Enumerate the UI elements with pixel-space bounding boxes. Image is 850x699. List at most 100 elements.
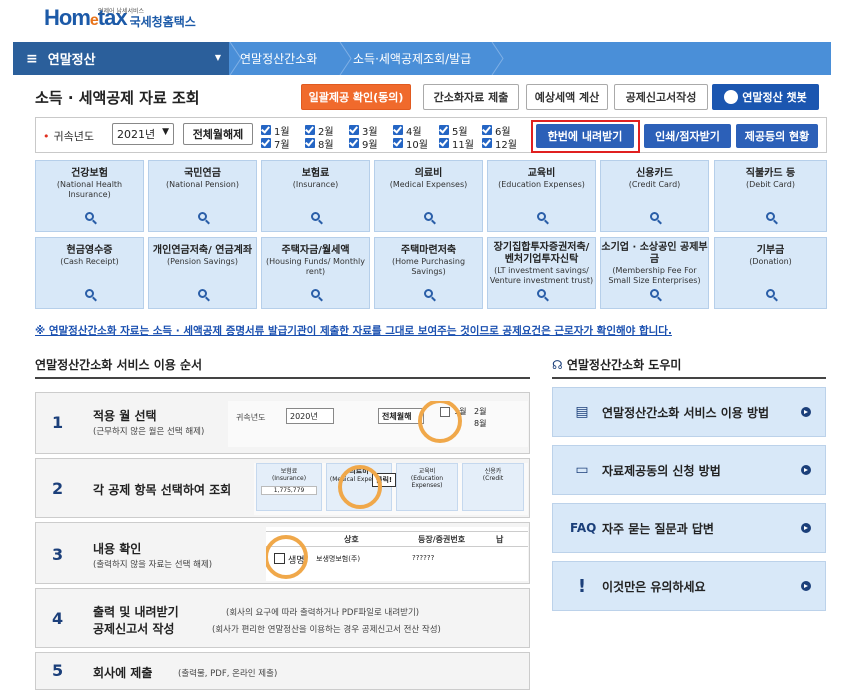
print-braille-button[interactable]: 인쇄/점자받기 (644, 124, 731, 148)
category-education-expenses[interactable]: 교육비 (Education Expenses) (487, 160, 596, 232)
month-checkbox-6[interactable]: 6월 (482, 124, 511, 138)
chatbot-label: 연말정산 챗봇 (742, 91, 807, 104)
year-label: • 귀속년도 (43, 130, 94, 143)
estimate-tax-button[interactable]: 예상세액 계산 (526, 84, 608, 110)
hometax-logo[interactable]: 언제어 납세서비스 Hometax 국세청홈택스 (44, 6, 196, 32)
category-health-insurance[interactable]: 건강보험 (National Health Insurance) (35, 160, 144, 232)
step-subtitle: (출력물, PDF, 온라인 제출) (178, 669, 278, 679)
step-title: 각 공제 항목 선택하여 조회 (93, 483, 232, 497)
hamburger-icon: ≡ (26, 50, 38, 67)
breadcrumb-separator-icon (339, 42, 352, 75)
step-subtitle: (회사의 요구에 따라 출력하거나 PDF파일로 내려받기) (226, 608, 420, 618)
download-all-button[interactable]: 한번에 내려받기 (536, 124, 634, 148)
month-checkbox-12[interactable]: 12월 (482, 137, 517, 151)
search-icon (537, 212, 546, 221)
step-subtitle: (근무하지 않은 월은 선택 해제) (93, 427, 205, 437)
month-checkbox-11[interactable]: 11월 (439, 137, 474, 151)
consent-status-button[interactable]: 제공등의 현황 (736, 124, 818, 148)
document-icon: ▭ (575, 462, 589, 478)
help-consent-guide[interactable]: ▭ 자료제공동의 신청 방법 (552, 445, 826, 495)
steps-title: 연말정산간소화 서비스 이용 순서 (35, 358, 203, 372)
step2-demo-image: 보험료 (Insurance) 1,775,779 의료비 (Medical Expe… (254, 463, 528, 515)
month-checkbox-3[interactable]: 3월 (349, 124, 378, 138)
category-pension-savings[interactable]: 개인연금저축/ 연금계좌 (Pension Savings) (148, 237, 257, 309)
step-2: 2 각 공제 항목 선택하여 조회 보험료 (Insurance) 1,775,77… (35, 458, 530, 518)
search-icon (424, 212, 433, 221)
step-number: 1 (52, 413, 64, 432)
bulk-consent-button[interactable]: 일괄제공 확인(동의) (301, 84, 411, 110)
step-5: 5 회사에 제출 (출력물, PDF, 온라인 제출) (35, 652, 530, 690)
nav-menu-button[interactable]: ≡ 연말정산 ▼ (13, 42, 229, 75)
search-icon (311, 212, 320, 221)
category-national-pension[interactable]: 국민연금 (National Pension) (148, 160, 257, 232)
month-checkbox-1[interactable]: 1월 (261, 124, 290, 138)
nav-menu-label: 연말정산 (47, 53, 96, 68)
document-list-icon: ▤ (575, 404, 589, 420)
category-cash-receipt[interactable]: 현금영수증 (Cash Receipt) (35, 237, 144, 309)
month-checkbox-2[interactable]: 2월 (305, 124, 334, 138)
chevron-down-icon: ▼ (162, 127, 169, 137)
category-credit-card[interactable]: 신용카드 (Credit Card) (600, 160, 709, 232)
search-icon (537, 289, 546, 298)
step-subtitle-secondary: (회사가 편리한 연말정산을 이용하는 경우 공제신고서 전산 작성) (212, 625, 441, 635)
search-icon (311, 289, 320, 298)
search-icon (766, 212, 775, 221)
category-insurance[interactable]: 보험료 (Insurance) (261, 160, 370, 232)
step-number: 5 (52, 661, 64, 680)
step-title: 내용 확인 (93, 542, 142, 556)
notice-text: ※ 연말정산간소화 자료는 소득 · 세액공제 증명서류 발급기관이 제출한 자… (35, 325, 672, 337)
help-faq[interactable]: FAQ 자주 묻는 질문과 답변 (552, 503, 826, 553)
category-debit-card[interactable]: 직불카드 등 (Debit Card) (714, 160, 827, 232)
search-icon (650, 289, 659, 298)
chatbot-icon (724, 90, 739, 104)
divider (35, 377, 530, 379)
page-title: 소득 · 세액공제 자료 조회 (35, 89, 200, 107)
breadcrumb-simplified[interactable]: 연말정산간소화 (240, 42, 317, 75)
step-number: 3 (52, 545, 64, 564)
arrow-circle-icon (801, 465, 811, 475)
unselect-all-months-button[interactable]: 전체월해제 (183, 123, 253, 145)
search-icon (424, 289, 433, 298)
arrow-circle-icon (801, 407, 811, 417)
month-checkbox-9[interactable]: 9월 (349, 137, 378, 151)
category-lt-investment[interactable]: 장기집합투자증권저축/ 벤처기업투자신탁 (LT investment savin… (487, 237, 596, 309)
faq-icon: FAQ (570, 521, 597, 535)
search-icon (198, 289, 207, 298)
month-checkbox-4[interactable]: 4월 (393, 124, 422, 138)
category-medical-expenses[interactable]: 의료비 (Medical Expenses) (374, 160, 483, 232)
year-select[interactable]: 2021년 ▼ (112, 123, 174, 145)
step-1: 1 적용 월 선택 (근무하지 않은 월은 선택 해제) 귀속년도 2020년 … (35, 392, 530, 454)
step-title-secondary: 공제신고서 작성 (93, 622, 175, 636)
deduction-report-button[interactable]: 공제신고서작성 (614, 84, 708, 110)
search-icon (85, 212, 94, 221)
step-number: 4 (52, 609, 64, 628)
category-home-purchasing-savings[interactable]: 주택마련저축 (Home Purchasing Savings) (374, 237, 483, 309)
helper-title: ☊ 연말정산간소화 도우미 (552, 358, 682, 372)
search-icon (198, 212, 207, 221)
arrow-circle-icon (801, 581, 811, 591)
step-number: 2 (52, 479, 64, 498)
step-3: 3 내용 확인 (출력하지 않을 자료는 선택 해제) 상호 등장/증권번호 납… (35, 522, 530, 584)
top-nav-bar: ≡ 연말정산 ▼ 연말정산간소화 소득·세액공제조회/발급 (13, 42, 831, 75)
step-4: 4 출력 및 내려받기 (회사의 요구에 따라 출력하거나 PDF파일로 내려받… (35, 588, 530, 648)
step-title: 적용 월 선택 (93, 409, 157, 423)
divider (552, 377, 826, 379)
category-small-enterprise[interactable]: 소기업 · 소상공인 공제부금 (Membership Fee For Small… (600, 237, 709, 309)
month-checkbox-8[interactable]: 8월 (305, 137, 334, 151)
step-title: 출력 및 내려받기 (93, 605, 179, 619)
dropdown-arrow-icon: ▼ (214, 53, 221, 62)
month-checkbox-5[interactable]: 5월 (439, 124, 468, 138)
search-icon (650, 212, 659, 221)
logo-tagline: 언제어 납세서비스 (98, 8, 145, 15)
category-donation[interactable]: 기부금 (Donation) (714, 237, 827, 309)
help-caution[interactable]: ! 이것만은 유의하세요 (552, 561, 826, 611)
month-checkbox-10[interactable]: 10월 (393, 137, 428, 151)
submit-simplified-button[interactable]: 간소화자료 제출 (423, 84, 519, 110)
step-subtitle: (출력하지 않을 자료는 선택 해제) (93, 560, 213, 570)
search-icon (85, 289, 94, 298)
month-checkbox-7[interactable]: 7월 (261, 137, 290, 151)
category-housing-funds[interactable]: 주택자금/월세액 (Housing Funds/ Monthly rent) (261, 237, 370, 309)
chatbot-button[interactable]: 연말정산 챗봇 (712, 84, 819, 110)
help-usage-guide[interactable]: ▤ 연말정산간소화 서비스 이용 방법 (552, 387, 826, 437)
breadcrumb-deduction-inquiry[interactable]: 소득·세액공제조회/발급 (353, 42, 471, 75)
